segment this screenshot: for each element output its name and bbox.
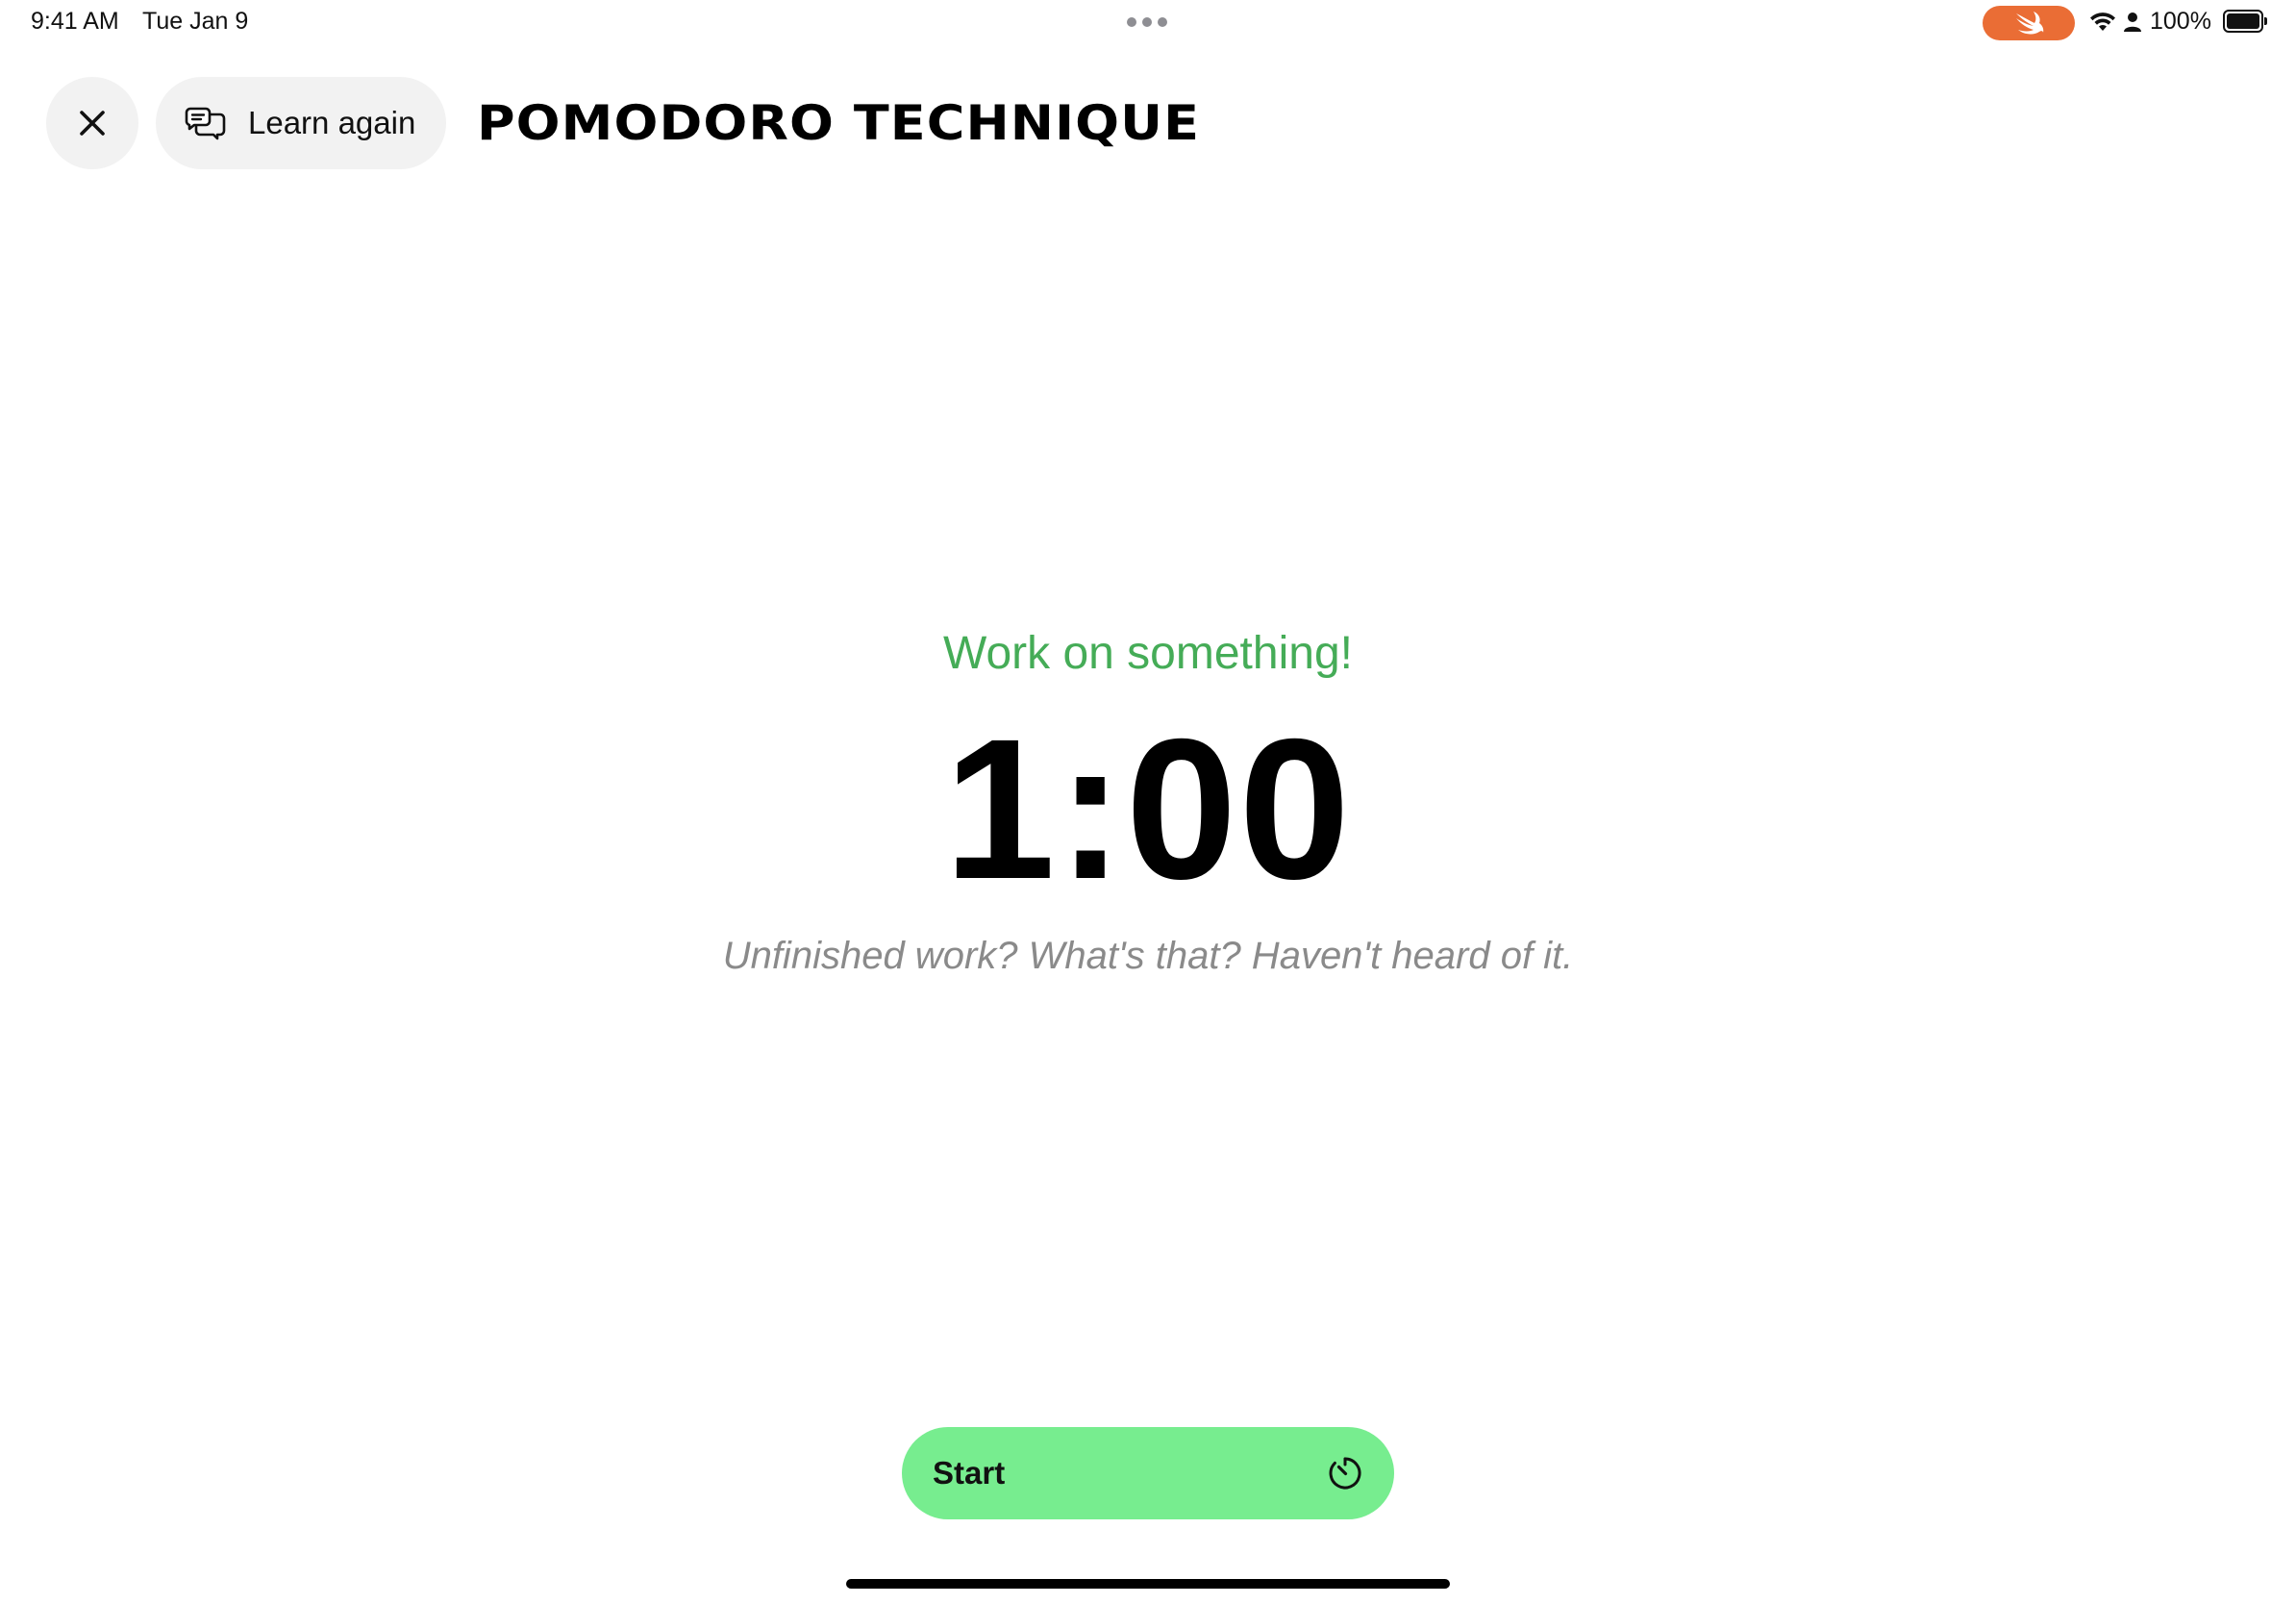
home-indicator[interactable] <box>846 1579 1450 1589</box>
chat-bubbles-icon <box>185 107 226 140</box>
status-date: Tue Jan 9 <box>142 8 249 35</box>
multitask-dots-icon[interactable] <box>1127 17 1167 27</box>
battery-percent: 100% <box>2150 8 2211 35</box>
person-icon <box>2123 12 2142 38</box>
start-label: Start <box>933 1455 1006 1491</box>
battery-fill <box>2227 13 2259 29</box>
close-button[interactable] <box>46 77 138 169</box>
battery-icon <box>2223 10 2267 33</box>
wifi-icon <box>2088 10 2117 38</box>
timer-phase-label: Work on something! <box>943 628 1353 679</box>
timer-icon <box>1329 1457 1361 1490</box>
timer-display: 1:00 <box>943 698 1353 921</box>
close-icon <box>80 111 105 136</box>
start-button[interactable]: Start <box>902 1427 1394 1519</box>
learn-again-button[interactable]: Learn again <box>156 77 446 169</box>
status-bar: 9:41 AM Tue Jan 9 100% <box>0 0 2296 46</box>
page-title: POMODORO TECHNIQUE <box>477 95 1201 151</box>
status-time: 9:41 AM <box>31 8 119 35</box>
swift-icon[interactable] <box>1983 6 2075 40</box>
learn-again-label: Learn again <box>248 105 416 140</box>
timer-quote: Unfinished work? What's that? Haven't he… <box>722 935 1574 977</box>
